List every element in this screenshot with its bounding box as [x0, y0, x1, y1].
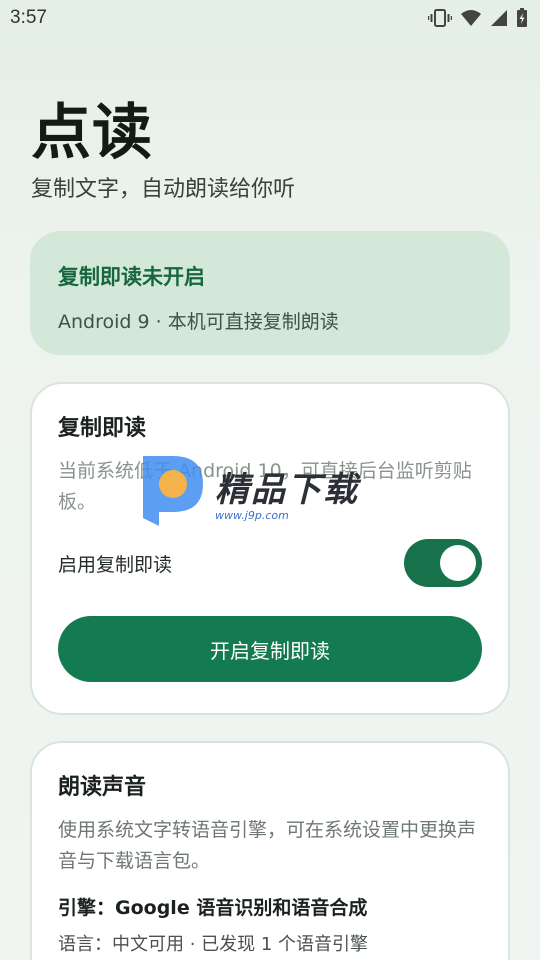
battery-icon: [516, 8, 528, 28]
copy-read-card-title: 复制即读: [58, 416, 147, 441]
switch-knob: [440, 545, 476, 581]
page-subtitle: 复制文字，自动朗读给你听: [31, 177, 296, 202]
page-title: 点读: [31, 98, 153, 168]
status-icons: [428, 8, 528, 28]
tts-engine-label: 引擎：Google 语音识别和语音合成: [58, 897, 368, 919]
status-card-detail: Android 9 · 本机可直接复制朗读: [58, 311, 339, 333]
tts-language-status: 语言：中文可用 · 已发现 1 个语音引擎: [58, 934, 369, 955]
copy-read-toggle-label: 启用复制即读: [58, 553, 173, 576]
voice-card-title: 朗读声音: [58, 775, 147, 800]
status-card-title: 复制即读未开启: [58, 265, 205, 289]
signal-icon: [490, 9, 508, 27]
voice-card: 朗读声音 使用系统文字转语音引擎，可在系统设置中更换声音与下载语言包。 引擎：G…: [30, 741, 510, 960]
copy-read-status-card: 复制即读未开启 Android 9 · 本机可直接复制朗读: [30, 231, 510, 355]
copy-read-toggle-row[interactable]: 启用复制即读: [58, 538, 482, 588]
status-time: 3:57: [10, 7, 47, 28]
voice-card-description: 使用系统文字转语音引擎，可在系统设置中更换声音与下载语言包。: [58, 819, 477, 872]
copy-read-switch[interactable]: [404, 539, 482, 587]
status-bar: 3:57: [0, 0, 540, 36]
copy-read-card: 复制即读 当前系统低于 Android 10，可直接后台监听剪贴板。 启用复制即…: [30, 382, 510, 715]
enable-copy-read-button[interactable]: 开启复制即读: [58, 616, 482, 682]
wifi-icon: [460, 9, 482, 27]
vibrate-icon: [428, 9, 452, 27]
copy-read-card-description: 当前系统低于 Android 10，可直接后台监听剪贴板。: [58, 460, 472, 513]
